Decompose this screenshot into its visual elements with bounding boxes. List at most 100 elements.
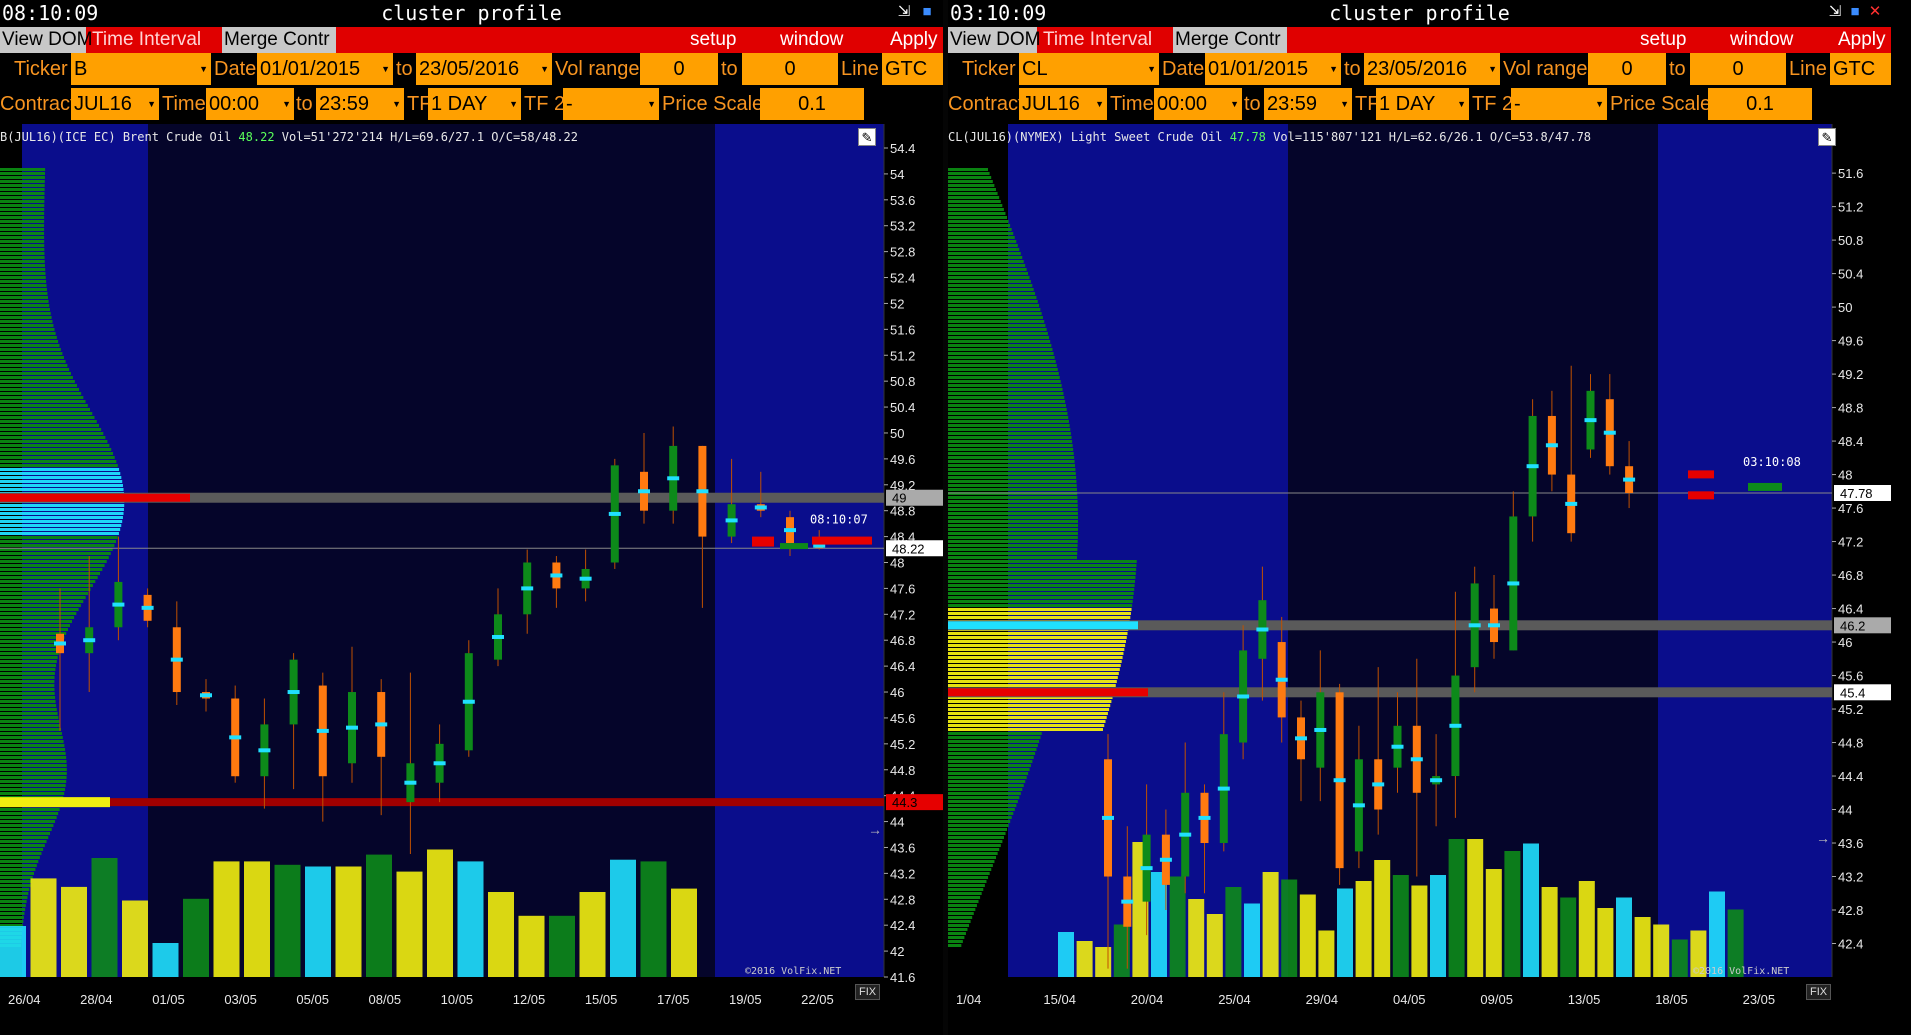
vol-from-field[interactable]: 0	[640, 53, 718, 85]
price-tag-last-label: 48.22	[892, 541, 925, 556]
date-from-field[interactable]: 01/01/2015 ▼	[1205, 53, 1341, 85]
profile-bar	[948, 448, 1074, 451]
chevron-down-icon: ▼	[647, 99, 656, 109]
profile-bar	[948, 452, 1074, 455]
time-from-field[interactable]: 00:00 ▼	[206, 88, 294, 120]
dom-bar	[1688, 470, 1714, 479]
profile-bar	[0, 272, 46, 275]
volume-bar	[1523, 843, 1539, 977]
profile-bar	[0, 680, 55, 683]
profile-bar	[948, 584, 1135, 587]
fix-button[interactable]: FIX	[1806, 984, 1832, 1000]
date-from-field[interactable]: 01/01/2015 ▼	[257, 53, 393, 85]
price-scale-field[interactable]: 0.1	[760, 88, 864, 120]
merge-contracts-button[interactable]: Merge Contr	[1173, 27, 1287, 53]
profile-bar	[0, 440, 108, 443]
date-to-field[interactable]: 23/05/2016 ▼	[1364, 53, 1500, 85]
profile-bar	[948, 256, 1023, 259]
price-scale-field[interactable]: 0.1	[1708, 88, 1812, 120]
tf-select[interactable]: 1 DAY ▼	[428, 88, 521, 120]
profile-bar	[0, 192, 45, 195]
vol-to-field[interactable]: 0	[742, 53, 838, 85]
profile-bar	[0, 712, 58, 715]
profile-bar	[0, 544, 115, 547]
close-icon[interactable]: ✕	[1866, 3, 1884, 21]
y-tick-label: 48	[890, 556, 904, 571]
view-dom-button[interactable]: View DOM	[0, 27, 92, 53]
vol-to-label: to	[1669, 53, 1686, 85]
view-dom-button[interactable]: View DOM	[948, 27, 1040, 53]
merge-contracts-button[interactable]: Merge Contr	[222, 27, 336, 53]
profile-bar	[0, 736, 63, 739]
tf2-select[interactable]: - ▼	[563, 88, 659, 120]
x-tick-label: 29/04	[1306, 992, 1339, 1007]
window-button[interactable]: window	[778, 27, 845, 53]
title-bar[interactable]: 03:10:09 cluster profile ⇲ ■ ✕	[948, 0, 1891, 26]
maximize-icon[interactable]: ■	[918, 3, 936, 21]
pen-icon[interactable]: ✎	[1818, 128, 1836, 146]
minimize-icon[interactable]: ⇲	[1826, 3, 1844, 21]
profile-bar	[948, 908, 976, 911]
volume-bar	[152, 943, 179, 977]
profile-bar	[0, 624, 70, 627]
tf-select[interactable]: 1 DAY ▼	[1376, 88, 1469, 120]
time-interval-button[interactable]: Time Interval	[90, 27, 218, 53]
profile-highlight	[0, 797, 110, 808]
cluster-chart-svg[interactable]: 51.6 51.2 50.8 50.4 50 49.6 49.2 48.8 48.4 48 47.6…	[948, 124, 1891, 1035]
profile-bar	[948, 220, 1009, 223]
profile-bar	[948, 864, 993, 867]
chevron-down-icon: ▼	[1230, 99, 1239, 109]
apply-button[interactable]: Apply	[888, 27, 940, 53]
line-label: Line	[1789, 53, 1827, 85]
title-bar[interactable]: 08:10:09 cluster profile ⇲ ■	[0, 0, 943, 26]
time-from-field[interactable]: 00:00 ▼	[1154, 88, 1242, 120]
minimize-icon[interactable]: ⇲	[895, 3, 913, 21]
volume-bar	[579, 892, 606, 977]
ticker-select[interactable]: B ▼	[71, 53, 211, 85]
tf2-select[interactable]: - ▼	[1511, 88, 1607, 120]
profile-bar	[0, 364, 68, 367]
profile-bar	[948, 868, 992, 871]
ticker-select[interactable]: CL ▼	[1019, 53, 1159, 85]
contract-select[interactable]: JUL16 ▼	[71, 88, 159, 120]
line-field[interactable]: GTC	[1830, 53, 1891, 85]
pen-icon[interactable]: ✎	[858, 128, 876, 146]
contract-select[interactable]: JUL16 ▼	[1019, 88, 1107, 120]
fix-button[interactable]: FIX	[855, 984, 881, 1000]
profile-bar	[948, 736, 1041, 739]
vol-from-field[interactable]: 0	[1588, 53, 1666, 85]
cluster-chart-svg[interactable]: 54.4 54 53.6 53.2 52.8 52.4 52 51.6 51.2 50.8 50.4…	[0, 124, 943, 1035]
y-tick-label: 51.2	[890, 348, 915, 363]
profile-bar	[948, 520, 1078, 523]
profile-bar	[0, 652, 59, 655]
profile-bar	[0, 556, 109, 559]
profile-bar	[0, 260, 45, 263]
date-to-field[interactable]: 23/05/2016 ▼	[416, 53, 552, 85]
candle-poc	[1275, 677, 1288, 682]
cluster-chart[interactable]: 54.4 54 53.6 53.2 52.8 52.4 52 51.6 51.2 50.8 50.4…	[0, 124, 943, 1035]
setup-button[interactable]: setup	[688, 27, 738, 53]
profile-bar	[948, 440, 1073, 443]
profile-bar	[0, 864, 37, 867]
candle-poc	[1623, 477, 1636, 482]
profile-bar	[0, 776, 67, 779]
apply-button[interactable]: Apply	[1836, 27, 1888, 53]
time-to-field[interactable]: 23:59 ▼	[316, 88, 404, 120]
setup-button[interactable]: setup	[1638, 27, 1688, 53]
profile-bar	[948, 680, 1117, 683]
profile-bar	[0, 204, 45, 207]
profile-bar	[948, 248, 1020, 251]
y-tick-label: 52.8	[890, 245, 915, 260]
vol-to-field[interactable]: 0	[1690, 53, 1786, 85]
candle-poc	[1603, 430, 1616, 435]
time-interval-button[interactable]: Time Interval	[1041, 27, 1169, 53]
maximize-icon[interactable]: ■	[1846, 3, 1864, 21]
volume-bar	[1430, 875, 1446, 977]
line-field[interactable]: GTC	[882, 53, 943, 85]
cluster-chart[interactable]: 51.6 51.2 50.8 50.4 50 49.6 49.2 48.8 48.4 48 47.6…	[948, 124, 1891, 1035]
profile-bar	[948, 932, 966, 935]
volume-bar	[1299, 894, 1316, 977]
window-button[interactable]: window	[1728, 27, 1795, 53]
time-to-field[interactable]: 23:59 ▼	[1264, 88, 1352, 120]
window-title: cluster profile	[381, 1, 562, 25]
